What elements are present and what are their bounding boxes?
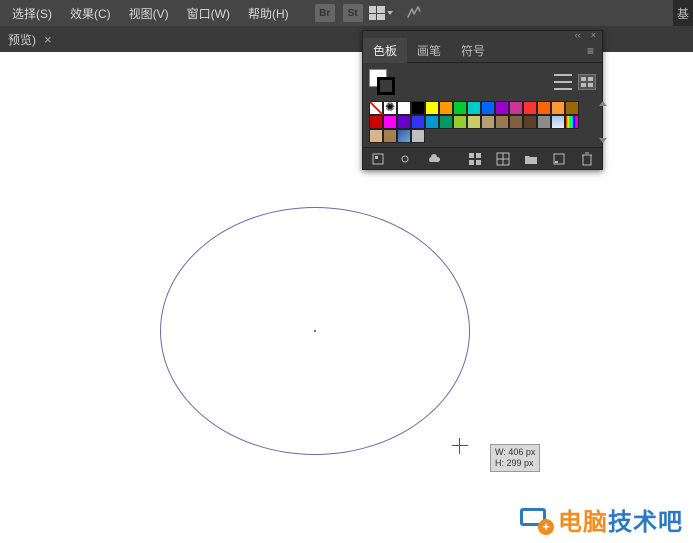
show-kinds-button[interactable] xyxy=(395,150,417,168)
menu-view[interactable]: 视图(V) xyxy=(121,2,177,25)
swatch[interactable] xyxy=(411,129,425,143)
swatch[interactable] xyxy=(467,101,481,115)
swatch[interactable] xyxy=(397,115,411,129)
dimension-tooltip: W: 406 px H: 299 px xyxy=(490,444,540,472)
trash-icon xyxy=(581,152,593,166)
scroll-up-icon[interactable] xyxy=(599,101,607,106)
swatch[interactable] xyxy=(509,101,523,115)
swatch[interactable] xyxy=(481,101,495,115)
arrange-icon xyxy=(369,6,385,20)
swatch[interactable] xyxy=(523,115,537,129)
swatch[interactable] xyxy=(495,101,509,115)
document-tab-label: 预览) xyxy=(8,31,36,48)
swatch[interactable] xyxy=(537,115,551,129)
swatch[interactable] xyxy=(551,101,565,115)
swatch-options-button[interactable] xyxy=(423,150,445,168)
swatch[interactable] xyxy=(453,101,467,115)
new-color-group-button[interactable] xyxy=(464,150,486,168)
panel-menu-button[interactable]: ≡ xyxy=(579,44,602,58)
swatch[interactable] xyxy=(509,115,523,129)
swatch[interactable] xyxy=(411,115,425,129)
panel-minimize-button[interactable]: ‹‹ xyxy=(575,30,581,40)
tab-swatches[interactable]: 色板 xyxy=(363,38,407,63)
panel-footer xyxy=(363,147,602,169)
cloud-icon xyxy=(426,153,442,165)
panel-close-button[interactable]: × xyxy=(591,30,596,40)
swatch[interactable] xyxy=(369,129,383,143)
folder-icon xyxy=(524,153,538,165)
swatch[interactable] xyxy=(383,115,397,129)
swatch[interactable] xyxy=(495,115,509,129)
tab-brushes[interactable]: 画笔 xyxy=(407,38,451,63)
search-button[interactable] xyxy=(399,5,429,21)
document-tab[interactable]: 预览) × xyxy=(0,27,60,52)
close-tab-button[interactable]: × xyxy=(44,32,52,47)
swatch[interactable] xyxy=(369,101,383,115)
swatches-panel[interactable]: ‹‹ × 色板 画笔 符号 ≡ xyxy=(362,30,603,170)
menu-effect[interactable]: 效果(C) xyxy=(62,2,119,25)
panel-tabs: 色板 画笔 符号 ≡ xyxy=(363,39,602,63)
new-icon xyxy=(552,152,566,166)
delete-swatch-button[interactable] xyxy=(576,150,598,168)
swatch[interactable] xyxy=(565,101,579,115)
right-dock-label: 基 xyxy=(677,5,689,22)
swatch[interactable] xyxy=(467,115,481,129)
panel-body xyxy=(363,63,602,147)
bridge-icon[interactable]: Br xyxy=(315,4,335,22)
swatch[interactable] xyxy=(565,115,579,129)
scroll-down-icon[interactable] xyxy=(599,138,607,143)
chevron-down-icon xyxy=(387,11,393,15)
ellipse-center-marker xyxy=(314,330,316,332)
crosshair-cursor-icon xyxy=(452,438,468,454)
swatch[interactable] xyxy=(383,101,397,115)
fill-stroke-row xyxy=(369,69,596,95)
sparkle-icon xyxy=(405,5,423,21)
swatch[interactable] xyxy=(369,115,383,129)
watermark: + 电脑技术吧 xyxy=(518,502,683,537)
swatch-libraries-button[interactable] xyxy=(367,150,389,168)
link-icon xyxy=(399,152,413,166)
swatch[interactable] xyxy=(383,129,397,143)
dim-height: H: 299 px xyxy=(495,458,534,468)
swatch[interactable] xyxy=(439,101,453,115)
swatch-grid xyxy=(369,101,596,143)
stroke-swatch[interactable] xyxy=(377,77,395,95)
swatch[interactable] xyxy=(551,115,565,129)
swatch-scrollbar[interactable] xyxy=(598,101,608,143)
grid-icon xyxy=(496,152,510,166)
menu-bar: 选择(S) 效果(C) 视图(V) 窗口(W) 帮助(H) Br St xyxy=(0,0,693,26)
view-toggle xyxy=(554,74,596,90)
arrange-documents-dropdown[interactable] xyxy=(365,6,397,20)
stock-icon[interactable]: St xyxy=(343,4,363,22)
fill-stroke-indicator[interactable] xyxy=(369,69,395,95)
swatch[interactable] xyxy=(425,101,439,115)
menu-window[interactable]: 窗口(W) xyxy=(179,2,238,25)
swatch[interactable] xyxy=(439,115,453,129)
list-view-button[interactable] xyxy=(554,74,572,90)
swatch[interactable] xyxy=(425,115,439,129)
swatch[interactable] xyxy=(481,115,495,129)
new-swatch-button[interactable] xyxy=(548,150,570,168)
tab-symbols[interactable]: 符号 xyxy=(451,38,495,63)
swatch[interactable] xyxy=(397,129,411,143)
swatch[interactable] xyxy=(537,101,551,115)
dim-width: W: 406 px xyxy=(495,447,535,457)
watermark-text: 电脑技术吧 xyxy=(558,502,683,537)
library-icon xyxy=(371,152,385,166)
swatch[interactable] xyxy=(523,101,537,115)
swatch[interactable] xyxy=(411,101,425,115)
grid-button[interactable] xyxy=(492,150,514,168)
folder-button[interactable] xyxy=(520,150,542,168)
thumbnail-view-button[interactable] xyxy=(578,74,596,90)
right-dock[interactable]: 基 xyxy=(673,0,693,26)
swatch[interactable] xyxy=(453,115,467,129)
swatch[interactable] xyxy=(397,101,411,115)
menu-help[interactable]: 帮助(H) xyxy=(240,2,297,25)
new-group-icon xyxy=(468,152,482,166)
menu-select[interactable]: 选择(S) xyxy=(4,2,60,25)
watermark-logo-icon: + xyxy=(518,505,552,535)
